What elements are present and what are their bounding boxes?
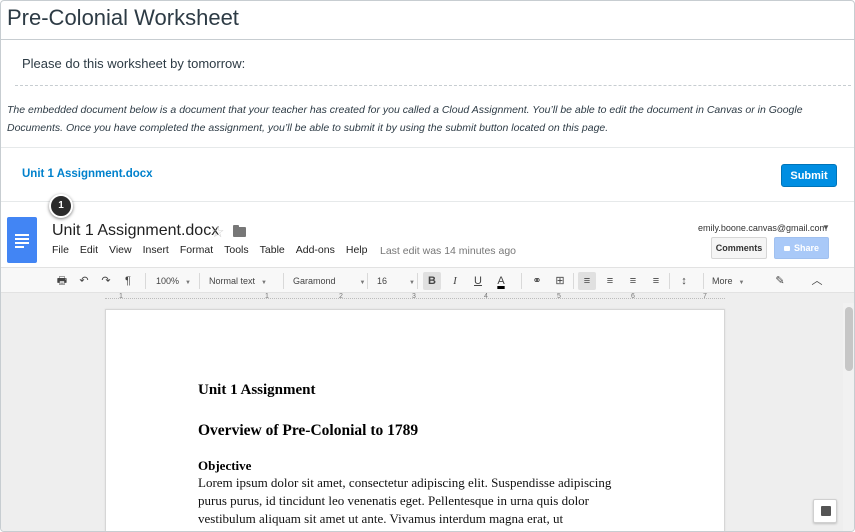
align-left-icon[interactable]: ≡ <box>578 272 596 290</box>
size-value: 16 <box>377 276 388 286</box>
account-email[interactable]: emily.boone.canvas@gmail.com <box>698 223 827 233</box>
link-icon[interactable]: ⚭ <box>528 272 546 290</box>
line-spacing-icon[interactable]: ↕ <box>675 272 693 290</box>
collapse-icon[interactable]: ︿ <box>808 272 826 290</box>
menu-view[interactable]: View <box>109 244 132 256</box>
more-label: More <box>712 276 733 286</box>
document-body[interactable]: Lorem ipsum dolor sit amet, consectetur … <box>198 474 638 528</box>
last-edit-status[interactable]: Last edit was 14 minutes ago <box>380 245 516 257</box>
toolbar-divider <box>145 273 146 289</box>
document-section-heading[interactable]: Objective <box>198 458 251 474</box>
zoom-value: 100% <box>156 276 180 286</box>
toolbar-divider <box>367 273 368 289</box>
paint-format-icon[interactable]: ¶ <box>119 272 137 290</box>
pencil-icon[interactable]: ✎ <box>771 272 789 290</box>
toolbar-divider <box>703 273 704 289</box>
ruler[interactable]: 1 1 2 3 4 5 6 7 <box>105 293 725 306</box>
ruler-label: 6 <box>631 293 635 300</box>
comments-button[interactable]: Comments <box>711 237 767 259</box>
ruler-label: 4 <box>484 293 488 300</box>
step-callout-badge: 1 <box>49 194 73 218</box>
zoom-select[interactable]: 100% ▼ <box>156 272 191 290</box>
document-heading[interactable]: Unit 1 Assignment <box>198 382 316 399</box>
assignment-file-link[interactable]: Unit 1 Assignment.docx <box>22 168 153 180</box>
submit-button[interactable]: Submit <box>781 164 837 187</box>
body-line[interactable]: Lorem ipsum dolor sit amet, consectetur … <box>198 474 638 492</box>
ruler-label: 1 <box>119 293 123 300</box>
toolbar-divider <box>573 273 574 289</box>
document-page[interactable]: Unit 1 Assignment Overview of Pre-Coloni… <box>105 309 725 531</box>
italic-button[interactable]: I <box>446 272 464 290</box>
print-icon[interactable]: 🖶 <box>53 272 71 290</box>
text-color-button[interactable]: A <box>492 272 510 290</box>
align-right-icon[interactable]: ≡ <box>624 272 642 290</box>
font-value: Garamond <box>293 276 336 286</box>
assignment-instructions: Please do this worksheet by tomorrow: <box>22 56 246 71</box>
add-comment-icon[interactable]: ⊞ <box>551 272 569 290</box>
align-center-icon[interactable]: ≡ <box>601 272 619 290</box>
explore-icon[interactable] <box>813 499 837 523</box>
docs-header: Unit 1 Assignment.docx ☆ File Edit View … <box>1 211 854 267</box>
chevron-down-icon[interactable]: ▼ <box>822 223 830 232</box>
google-docs-logo-icon[interactable] <box>7 217 37 263</box>
menu-insert[interactable]: Insert <box>143 244 169 256</box>
google-docs-embed: Unit 1 Assignment.docx ☆ File Edit View … <box>1 211 854 531</box>
ruler-label: 2 <box>339 293 343 300</box>
menu-format[interactable]: Format <box>180 244 213 256</box>
toolbar-divider <box>283 273 284 289</box>
ruler-label: 1 <box>265 293 269 300</box>
more-menu[interactable]: More ▼ <box>712 272 744 290</box>
toolbar-divider <box>669 273 670 289</box>
dashed-divider <box>15 85 851 86</box>
share-button[interactable]: Share <box>774 237 829 259</box>
toolbar-divider <box>417 273 418 289</box>
title-divider <box>1 39 854 40</box>
body-line[interactable]: vestibulum aliquam sit amet ut ante. Viv… <box>198 510 638 528</box>
ruler-label: 5 <box>557 293 561 300</box>
ruler-label: 3 <box>412 293 416 300</box>
menu-edit[interactable]: Edit <box>80 244 98 256</box>
formatting-toolbar: 🖶 ↶ ↷ ¶ 100% ▼ Normal text ▼ Garamond ▼ 16 ▼… <box>1 267 854 293</box>
menu-help[interactable]: Help <box>346 244 368 256</box>
font-size-select[interactable]: 16 ▼ <box>377 272 415 290</box>
document-title[interactable]: Unit 1 Assignment.docx <box>52 222 219 240</box>
style-value: Normal text <box>209 276 256 286</box>
lock-icon <box>783 246 790 252</box>
folder-icon[interactable] <box>233 225 246 237</box>
star-icon[interactable]: ☆ <box>211 223 224 241</box>
share-label: Share <box>793 243 819 253</box>
document-subheading[interactable]: Overview of Pre-Colonial to 1789 <box>198 422 418 440</box>
cloud-assignment-notice: The embedded document below is a documen… <box>7 104 803 134</box>
menu-file[interactable]: File <box>52 244 69 256</box>
vertical-scrollbar[interactable] <box>843 303 854 531</box>
docs-menubar: File Edit View Insert Format Tools Table… <box>52 244 378 256</box>
undo-icon[interactable]: ↶ <box>75 272 93 290</box>
toolbar-divider <box>521 273 522 289</box>
page-title: Pre-Colonial Worksheet <box>7 5 239 30</box>
toolbar-divider <box>199 273 200 289</box>
justify-icon[interactable]: ≡ <box>647 272 665 290</box>
underline-button[interactable]: U <box>469 272 487 290</box>
cloud-assignment-page: Pre-Colonial Worksheet Please do this wo… <box>0 0 855 532</box>
bold-button[interactable]: B <box>423 272 441 290</box>
menu-table[interactable]: Table <box>260 244 285 256</box>
scrollbar-thumb[interactable] <box>845 307 853 371</box>
menu-add-ons[interactable]: Add-ons <box>296 244 335 256</box>
font-select[interactable]: Garamond ▼ <box>293 272 365 290</box>
notice-divider <box>1 147 854 148</box>
body-line[interactable]: purus purus, id tincidunt leo venenatis … <box>198 492 638 510</box>
paragraph-style-select[interactable]: Normal text ▼ <box>209 272 267 290</box>
link-divider <box>1 201 854 202</box>
ruler-label: 7 <box>703 293 707 300</box>
redo-icon[interactable]: ↷ <box>97 272 115 290</box>
menu-tools[interactable]: Tools <box>224 244 249 256</box>
